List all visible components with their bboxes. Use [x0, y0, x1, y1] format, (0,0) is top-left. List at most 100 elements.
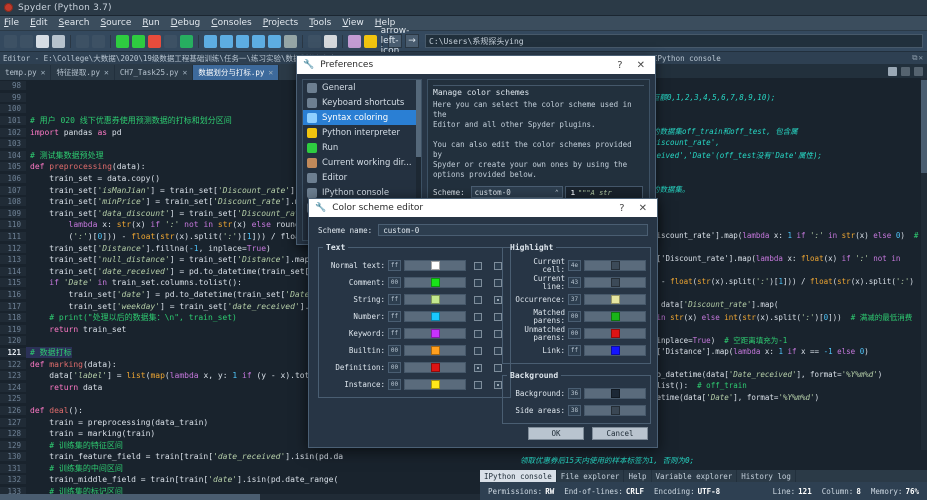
color-hex-field[interactable]: 38 — [568, 405, 581, 416]
bold-checkbox[interactable] — [474, 381, 482, 389]
menubar[interactable]: FileEditSearchSourceRunDebugConsolesProj… — [0, 16, 927, 31]
console-output[interactable]: 巨额0,1,2,3,4,5,6,7,8,9,10); 的数据集off_train… — [650, 78, 927, 500]
ok-button[interactable]: OK — [528, 427, 584, 440]
editor-tab-close-icon[interactable]: ✕ — [104, 68, 109, 77]
debug-step-return-icon[interactable] — [236, 35, 249, 48]
preferences-item-syntax-coloring[interactable]: Syntax coloring — [303, 110, 421, 125]
color-swatch-button[interactable] — [404, 260, 466, 271]
color-swatch-button[interactable] — [584, 260, 646, 271]
italic-checkbox[interactable] — [494, 330, 502, 338]
bottom-tab-ipython-console[interactable]: IPython console — [480, 470, 557, 482]
console-toolbar[interactable] — [650, 64, 927, 78]
bottom-pane-tabstrip[interactable]: IPython consoleFile explorerHelpVariable… — [480, 470, 927, 482]
color-hex-field[interactable]: 36 — [568, 388, 581, 399]
editor-tab-2[interactable]: CH7_Task25.py✕ — [115, 65, 194, 80]
toolbar-icon-new[interactable] — [4, 35, 17, 48]
menu-item-source[interactable]: Source — [100, 18, 131, 28]
debug-file-icon[interactable] — [180, 35, 193, 48]
color-hex-field[interactable]: 00 — [388, 379, 401, 390]
color-swatch-button[interactable] — [584, 277, 646, 288]
color-scheme-editor-close-icon[interactable]: ✕ — [635, 203, 651, 214]
debug-step-icon[interactable] — [204, 35, 217, 48]
bottom-tab-file-explorer[interactable]: File explorer — [557, 470, 625, 482]
editor-tab-close-icon[interactable]: ✕ — [268, 68, 273, 77]
menu-item-view[interactable]: View — [342, 18, 363, 28]
toolbar-icon-save-all[interactable] — [52, 35, 65, 48]
color-hex-field[interactable]: ff — [568, 345, 581, 356]
toolbar[interactable]: arrow-left-icon → C:\Users\系规探头ying — [0, 31, 927, 52]
bottom-tab-history-log[interactable]: History log — [737, 470, 796, 482]
run-file-icon[interactable] — [116, 35, 129, 48]
color-scheme-editor-dialog[interactable]: 🔧 Color scheme editor ? ✕ Scheme name: c… — [308, 198, 658, 448]
color-swatch-button[interactable] — [404, 294, 466, 305]
preferences-item-run[interactable]: Run — [303, 140, 421, 155]
debug-step-into-icon[interactable] — [220, 35, 233, 48]
preferences-help-icon[interactable]: ? — [613, 60, 626, 71]
menu-item-file[interactable]: File — [4, 18, 19, 28]
menu-item-edit[interactable]: Edit — [30, 18, 47, 28]
working-directory-input[interactable]: C:\Users\系规探头ying — [425, 34, 923, 48]
color-swatch-button[interactable] — [404, 328, 466, 339]
debug-exit-icon[interactable] — [284, 35, 297, 48]
italic-checkbox[interactable] — [494, 296, 502, 304]
python-icon[interactable] — [364, 35, 377, 48]
menu-item-consoles[interactable]: Consoles — [211, 18, 251, 28]
editor-tab-3[interactable]: 数据划分与打标.py✕ — [193, 65, 279, 80]
color-swatch-button[interactable] — [584, 345, 646, 356]
editor-tab-0[interactable]: temp.py✕ — [0, 65, 51, 80]
console-pane-close-icons[interactable]: ⧉✕ — [912, 53, 924, 63]
color-swatch-button[interactable] — [584, 388, 646, 399]
toolbar-icon-save[interactable] — [36, 35, 49, 48]
back-button[interactable]: arrow-left-icon — [388, 34, 402, 48]
editor-tab-close-icon[interactable]: ✕ — [183, 68, 188, 77]
color-hex-field[interactable]: ff — [388, 294, 401, 305]
console-stop-icon[interactable] — [888, 67, 897, 76]
italic-checkbox[interactable] — [494, 313, 502, 321]
run-cell-icon[interactable] — [132, 35, 145, 48]
bottom-tab-help[interactable]: Help — [624, 470, 651, 482]
scheme-name-input[interactable]: custom-0 — [378, 224, 648, 236]
color-hex-field[interactable]: ff — [388, 311, 401, 322]
color-swatch-button[interactable] — [404, 362, 466, 373]
menu-item-projects[interactable]: Projects — [263, 18, 299, 28]
bold-checkbox[interactable] — [474, 347, 482, 355]
preferences-item-python-interpreter[interactable]: Python interpreter — [303, 125, 421, 140]
menu-item-tools[interactable]: Tools — [309, 18, 331, 28]
preferences-item-general[interactable]: General — [303, 80, 421, 95]
color-swatch-button[interactable] — [404, 277, 466, 288]
editor-tab-close-icon[interactable]: ✕ — [41, 68, 46, 77]
console-options-icon[interactable] — [901, 67, 910, 76]
bold-checkbox[interactable] — [474, 330, 482, 338]
color-hex-field[interactable]: 00 — [568, 311, 581, 322]
color-hex-field[interactable]: 00 — [388, 362, 401, 373]
color-swatch-button[interactable] — [584, 405, 646, 416]
preferences-item-keyboard-shortcuts[interactable]: Keyboard shortcuts — [303, 95, 421, 110]
toolbar-icon-find[interactable] — [76, 35, 89, 48]
debug-continue-icon[interactable] — [252, 35, 265, 48]
editor-tab-1[interactable]: 特征提取.py✕ — [51, 65, 114, 80]
run-cell-advance-icon[interactable] — [148, 35, 161, 48]
bold-checkbox[interactable] — [474, 296, 482, 304]
menu-item-debug[interactable]: Debug — [171, 18, 201, 28]
color-swatch-button[interactable] — [584, 294, 646, 305]
pythonpath-manager-icon[interactable] — [348, 35, 361, 48]
color-scheme-editor-help-icon[interactable]: ? — [615, 203, 628, 214]
bottom-tab-variable-explorer[interactable]: Variable explorer — [652, 470, 738, 482]
italic-checkbox[interactable] — [494, 347, 502, 355]
italic-checkbox[interactable] — [494, 364, 502, 372]
menu-item-run[interactable]: Run — [142, 18, 159, 28]
bold-checkbox[interactable] — [474, 262, 482, 270]
color-hex-field[interactable]: ff — [388, 260, 401, 271]
toolbar-icon-open[interactable] — [20, 35, 33, 48]
bold-checkbox[interactable] — [474, 313, 482, 321]
preferences-item-editor[interactable]: Editor — [303, 170, 421, 185]
forward-button[interactable]: → — [405, 34, 419, 48]
preferences-close-icon[interactable]: ✕ — [633, 60, 649, 71]
scheme-combobox[interactable]: custom-0 ⌃ — [471, 186, 563, 198]
preferences-item-current-working-dir[interactable]: Current working dir... — [303, 155, 421, 170]
italic-checkbox[interactable] — [494, 279, 502, 287]
console-menu-icon[interactable] — [914, 67, 923, 76]
color-swatch-button[interactable] — [404, 345, 466, 356]
color-hex-field[interactable]: 43 — [568, 277, 581, 288]
color-swatch-button[interactable] — [584, 328, 646, 339]
